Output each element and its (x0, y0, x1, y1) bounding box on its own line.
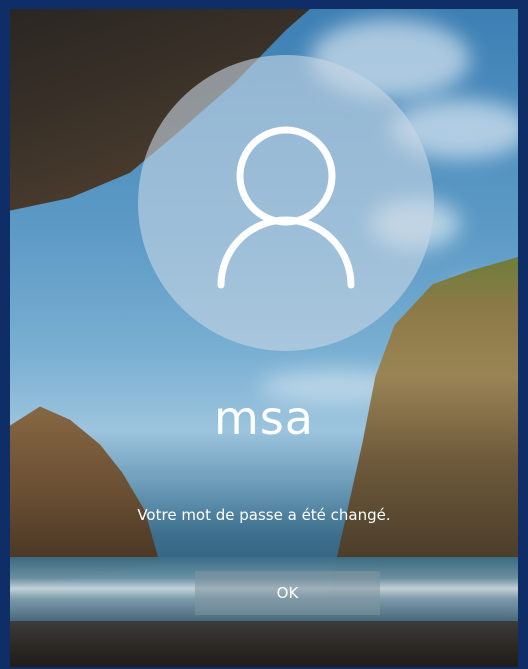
user-avatar (138, 55, 434, 351)
status-message: Votre mot de passe a été changé. (137, 506, 391, 524)
ok-button[interactable]: OK (195, 571, 380, 615)
shore (10, 621, 518, 667)
user-icon (217, 126, 355, 289)
username: msa (214, 391, 314, 445)
lock-screen-frame: msa Votre mot de passe a été changé. OK (0, 0, 528, 669)
